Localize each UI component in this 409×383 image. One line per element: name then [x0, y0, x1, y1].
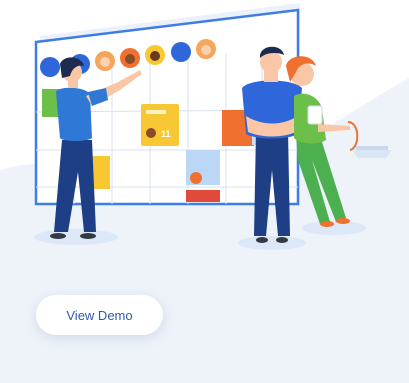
avatar-woman-icon: [196, 39, 216, 59]
avatar-blue-circle: [40, 57, 60, 77]
event-block-red: [186, 190, 220, 202]
tablet-stand: [352, 146, 392, 158]
view-demo-label: View Demo: [66, 307, 133, 323]
avatar-woman-icon: [190, 172, 202, 184]
avatar-blue-circle: [171, 42, 191, 62]
demo-hero: 11 View Demo: [0, 0, 409, 383]
calendar-event-icon: 11: [141, 104, 179, 146]
avatar-woman-icon: [95, 51, 115, 71]
avatar-person-icon: [145, 45, 165, 65]
event-badge-count: 11: [161, 129, 171, 139]
view-demo-button[interactable]: View Demo: [36, 295, 163, 335]
avatar-man-icon: [120, 48, 140, 68]
